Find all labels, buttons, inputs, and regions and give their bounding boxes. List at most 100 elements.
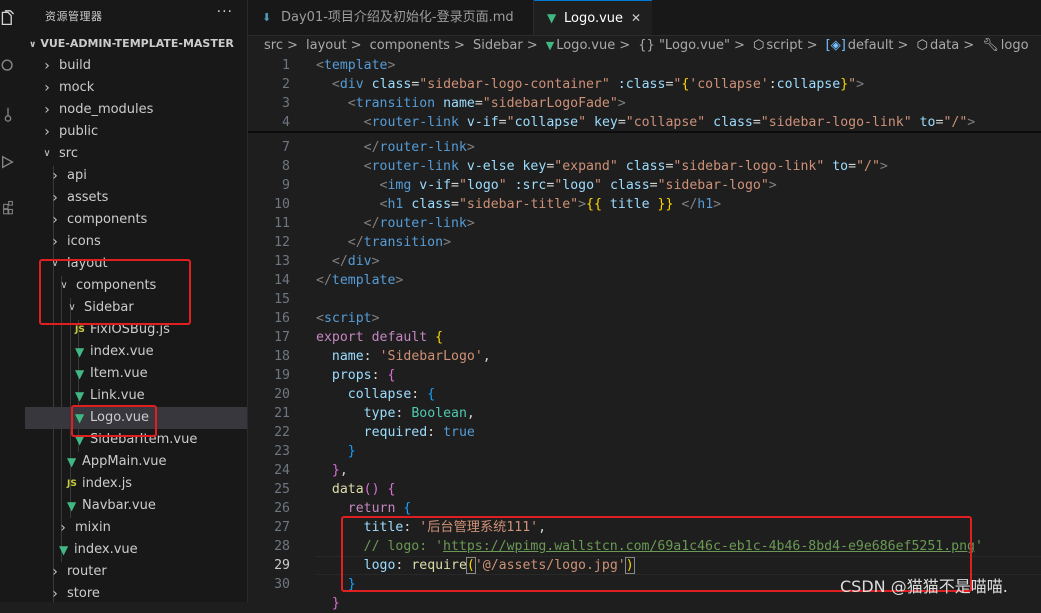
tree-item-label: index.js: [82, 476, 133, 491]
vue-file-icon: ▼: [67, 455, 77, 469]
tree-item-label: build: [59, 58, 91, 73]
tree-item[interactable]: ∨ layout: [25, 253, 247, 275]
line-number: 24: [274, 463, 290, 478]
breadcrumb-item[interactable]: {} "Logo.vue": [638, 38, 730, 53]
tree-item-label: api: [67, 168, 87, 183]
tree-item-label: AppMain.vue: [82, 454, 167, 469]
js-file-icon: JS: [75, 325, 85, 335]
tab-label: Day01-项目介绍及初始化-登录页面.md: [281, 10, 514, 25]
breadcrumb-item[interactable]: layout: [306, 38, 347, 53]
line-number: 29: [274, 558, 290, 573]
tree-item-label: src: [59, 146, 78, 161]
tree-item-label: mock: [59, 80, 95, 95]
tree-item[interactable]: › router: [25, 561, 247, 583]
chevron-right-icon: ›: [52, 234, 58, 250]
chevron-right-icon: ›: [44, 102, 50, 118]
tree-item[interactable]: › icons: [25, 231, 247, 253]
tree-item[interactable]: JS FixiOSBug.js: [25, 319, 247, 341]
tree-item[interactable]: ∨ components: [25, 275, 247, 297]
tree-item[interactable]: › assets: [25, 187, 247, 209]
breadcrumb-item[interactable]: Sidebar: [473, 38, 523, 53]
line-number: 30: [274, 577, 290, 592]
line-number: 2: [282, 77, 290, 92]
tree-item-label: Item.vue: [90, 366, 148, 381]
breadcrumb-item[interactable]: script: [766, 38, 802, 53]
tree-item[interactable]: JS index.js: [25, 473, 247, 495]
code-editor[interactable]: 1 2 3 4 7 8 9 10 11 12 13 14 15 16 17 18 19 20 21 22 23 24 25 2…: [248, 56, 1041, 611]
code-line: </template>: [316, 273, 404, 288]
tree-item[interactable]: ▼ index.vue: [25, 341, 247, 363]
tree-item[interactable]: ▼ index.vue: [25, 539, 247, 561]
tree-item[interactable]: ▼ AppMain.vue: [25, 451, 247, 473]
markdown-icon: ⬇: [262, 11, 272, 24]
tree-item-label: components: [67, 212, 148, 227]
tree-item-label: components: [76, 278, 157, 293]
js-file-icon: JS: [67, 479, 77, 489]
line-number: 3: [282, 96, 290, 111]
line-number: 16: [274, 311, 290, 326]
explorer-sidebar: 资源管理器 ··· ∨ VUE-ADMIN-TEMPLATE-MASTER › bu…: [25, 0, 248, 602]
tree-item[interactable]: ▼ SidebarItem.vue: [25, 429, 247, 451]
breadcrumb-item[interactable]: src: [264, 38, 283, 53]
tree-item-label: node_modules: [59, 102, 154, 117]
search-icon[interactable]: [0, 58, 16, 74]
line-number: 18: [274, 349, 290, 364]
line-number: 1: [282, 58, 290, 73]
chevron-right-icon: ›: [44, 80, 50, 96]
extensions-icon[interactable]: [0, 200, 16, 216]
code-line: }: [347, 577, 356, 592]
cube-icon: ⬡: [752, 38, 765, 53]
code-line: data() {: [331, 482, 396, 497]
source-control-icon[interactable]: [0, 106, 16, 122]
close-icon[interactable]: ✕: [631, 1, 641, 36]
line-number: 28: [274, 539, 290, 554]
tree-item-label: Sidebar: [84, 300, 134, 315]
chevron-down-icon: ∨: [68, 302, 76, 313]
tree-item-label: Navbar.vue: [82, 498, 156, 513]
tree-item-label: layout: [67, 256, 108, 271]
chevron-right-icon: ›: [52, 190, 58, 206]
chevron-right-icon: ›: [52, 168, 58, 184]
code-line: </router-link>: [363, 140, 475, 155]
breadcrumb-item[interactable]: components: [370, 38, 450, 53]
tree-item[interactable]: › api: [25, 165, 247, 187]
tree-item[interactable]: › node_modules: [25, 99, 247, 121]
tree-item[interactable]: › components: [25, 209, 247, 231]
breadcrumb-item[interactable]: logo: [1001, 38, 1029, 53]
tree-item[interactable]: › mixin: [25, 517, 247, 539]
tree-item[interactable]: ∨ src: [25, 143, 247, 165]
tree-item[interactable]: › build: [25, 55, 247, 77]
tree-item-label: SidebarItem.vue: [90, 432, 198, 447]
more-actions-icon[interactable]: ···: [217, 4, 233, 20]
project-header[interactable]: ∨ VUE-ADMIN-TEMPLATE-MASTER: [29, 37, 234, 50]
wrench-icon: 🔧︎: [982, 38, 999, 53]
run-debug-icon[interactable]: [0, 154, 16, 170]
files-icon[interactable]: [0, 10, 16, 26]
chevron-down-icon: ∨: [60, 280, 68, 291]
tab-logo-vue[interactable]: ▼ Logo.vue ✕: [534, 0, 652, 35]
tree-item[interactable]: ∨ Sidebar: [25, 297, 247, 319]
line-number: 11: [274, 216, 290, 231]
tree-item-label: index.vue: [90, 344, 154, 359]
tree-item[interactable]: ▼ Navbar.vue: [25, 495, 247, 517]
vue-file-icon: ▼: [67, 499, 77, 513]
line-number: 23: [274, 444, 290, 459]
breadcrumb-item[interactable]: data: [930, 38, 959, 53]
tree-item[interactable]: › mock: [25, 77, 247, 99]
code-line: <transition name="sidebarLogoFade">: [347, 96, 626, 111]
tab-day01-md[interactable]: ⬇ Day01-项目介绍及初始化-登录页面.md: [248, 0, 534, 35]
code-line: </div>: [331, 254, 380, 269]
explorer-title: 资源管理器: [45, 10, 103, 23]
breadcrumb-item[interactable]: default: [848, 38, 894, 53]
tree-item-label: assets: [67, 190, 109, 205]
vue-file-icon: ▼: [75, 389, 85, 403]
breadcrumb-item[interactable]: Logo.vue: [556, 38, 615, 53]
code-line: <router-link v-if="collapse" key="collap…: [363, 115, 976, 130]
tree-item[interactable]: ▼ Logo.vue: [25, 407, 247, 429]
code-line: },: [331, 463, 348, 478]
tree-item[interactable]: ▼ Link.vue: [25, 385, 247, 407]
sticky-scroll-divider: [248, 131, 1041, 133]
tree-item[interactable]: › public: [25, 121, 247, 143]
code-line: <script>: [316, 311, 380, 326]
tree-item[interactable]: ▼ Item.vue: [25, 363, 247, 385]
